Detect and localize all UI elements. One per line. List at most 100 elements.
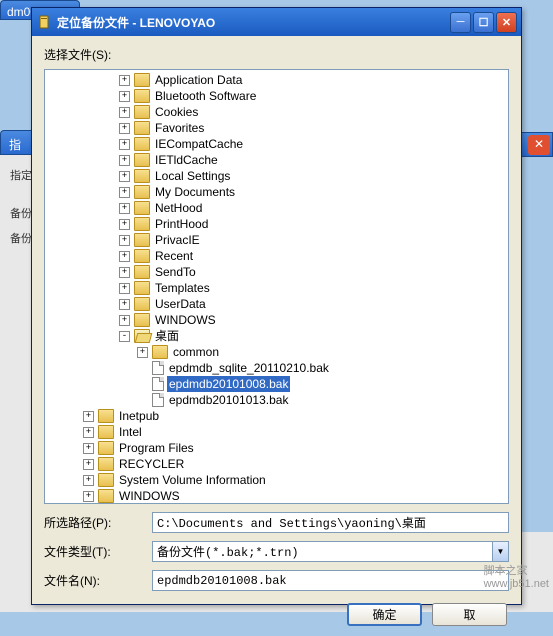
tree-folder[interactable]: + Favorites bbox=[47, 120, 506, 136]
tree-node-label: Cookies bbox=[153, 104, 200, 120]
file-icon bbox=[152, 377, 164, 391]
tree-folder[interactable]: + Program Files bbox=[47, 440, 506, 456]
folder-closed-icon bbox=[98, 409, 114, 423]
tree-file[interactable]: epdmdb_sqlite_20110210.bak bbox=[47, 360, 506, 376]
bg-close-icon[interactable]: ✕ bbox=[528, 135, 550, 155]
tree-file[interactable]: epdmdb20101013.bak bbox=[47, 392, 506, 408]
tree-node-label: Program Files bbox=[117, 440, 196, 456]
expand-icon[interactable]: + bbox=[119, 315, 130, 326]
ok-button[interactable]: 确定 bbox=[347, 603, 422, 626]
close-button[interactable]: ✕ bbox=[496, 12, 517, 33]
tree-folder[interactable]: +My Documents bbox=[47, 184, 506, 200]
filetype-combo[interactable] bbox=[152, 541, 492, 562]
expand-icon[interactable]: + bbox=[119, 155, 130, 166]
tree-folder[interactable]: + RECYCLER bbox=[47, 456, 506, 472]
app-icon bbox=[36, 14, 52, 30]
expand-icon[interactable]: + bbox=[119, 91, 130, 102]
tree-folder[interactable]: +WINDOWS bbox=[47, 312, 506, 328]
tree-folder[interactable]: + SendTo bbox=[47, 264, 506, 280]
tree-node-label: epdmdb_sqlite_20110210.bak bbox=[167, 360, 331, 376]
maximize-button[interactable]: ☐ bbox=[473, 12, 494, 33]
expand-icon[interactable]: + bbox=[119, 123, 130, 134]
expand-icon[interactable]: + bbox=[119, 139, 130, 150]
tree-folder[interactable]: + Intel bbox=[47, 424, 506, 440]
bg-label: 备份 bbox=[10, 205, 32, 221]
folder-closed-icon bbox=[134, 137, 150, 151]
folder-closed-icon bbox=[134, 217, 150, 231]
tree-node-label: SendTo bbox=[153, 264, 198, 280]
expand-icon[interactable]: + bbox=[119, 235, 130, 246]
tree-node-label: Templates bbox=[153, 280, 212, 296]
expand-icon[interactable]: + bbox=[119, 75, 130, 86]
minimize-button[interactable]: ─ bbox=[450, 12, 471, 33]
expand-icon[interactable]: + bbox=[119, 283, 130, 294]
filename-label: 文件名(N): bbox=[44, 572, 144, 589]
tree-folder[interactable]: +Recent bbox=[47, 248, 506, 264]
tree-node-label: Favorites bbox=[153, 120, 206, 136]
tree-node-label: epdmdb20101008.bak bbox=[167, 376, 290, 392]
tree-folder[interactable]: + Cookies bbox=[47, 104, 506, 120]
expand-icon[interactable]: + bbox=[119, 203, 130, 214]
folder-closed-icon bbox=[134, 169, 150, 183]
tree-node-label: PrintHood bbox=[153, 216, 210, 232]
tree-folder[interactable]: +WINDOWS bbox=[47, 488, 506, 504]
tree-node-label: common bbox=[171, 344, 221, 360]
tree-folder[interactable]: + PrintHood bbox=[47, 216, 506, 232]
expand-icon[interactable]: + bbox=[119, 251, 130, 262]
folder-closed-icon bbox=[98, 473, 114, 487]
tree-folder[interactable]: - 桌面 bbox=[47, 328, 506, 344]
tree-folder[interactable]: + Local Settings bbox=[47, 168, 506, 184]
tree-node-label: RECYCLER bbox=[117, 456, 186, 472]
path-field[interactable] bbox=[152, 512, 509, 533]
tree-folder[interactable]: + Inetpub bbox=[47, 408, 506, 424]
expand-icon[interactable]: + bbox=[119, 219, 130, 230]
expand-icon[interactable]: + bbox=[119, 267, 130, 278]
tree-node-label: Intel bbox=[117, 424, 144, 440]
folder-closed-icon bbox=[134, 281, 150, 295]
dialog-titlebar[interactable]: 定位备份文件 - LENOVOYAO ─ ☐ ✕ bbox=[32, 8, 521, 36]
tree-node-label: Local Settings bbox=[153, 168, 232, 184]
bg-label: 备份 bbox=[10, 230, 32, 246]
file-tree[interactable]: +Application Data+Bluetooth Software+Coo… bbox=[44, 69, 509, 504]
bg-window-right: ✕ bbox=[520, 132, 553, 157]
tree-folder[interactable]: + System Volume Information bbox=[47, 472, 506, 488]
path-label: 所选路径(P): bbox=[44, 514, 144, 531]
expand-icon[interactable]: + bbox=[83, 475, 94, 486]
filetype-dropdown-button[interactable]: ▼ bbox=[492, 541, 509, 562]
expand-icon[interactable]: + bbox=[83, 427, 94, 438]
tree-node-label: 桌面 bbox=[153, 328, 181, 344]
folder-closed-icon bbox=[134, 121, 150, 135]
folder-closed-icon bbox=[134, 201, 150, 215]
tree-folder[interactable]: + UserData bbox=[47, 296, 506, 312]
tree-folder[interactable]: +Bluetooth Software bbox=[47, 88, 506, 104]
tree-folder[interactable]: +IETldCache bbox=[47, 152, 506, 168]
expand-icon[interactable]: + bbox=[137, 347, 148, 358]
tree-folder[interactable]: + NetHood bbox=[47, 200, 506, 216]
tree-node-label: NetHood bbox=[153, 200, 204, 216]
expand-icon[interactable]: + bbox=[119, 171, 130, 182]
expand-icon[interactable]: + bbox=[83, 459, 94, 470]
tree-folder[interactable]: + PrivacIE bbox=[47, 232, 506, 248]
tree-node-label: PrivacIE bbox=[153, 232, 202, 248]
tree-file[interactable]: epdmdb20101008.bak bbox=[47, 376, 506, 392]
filename-field[interactable] bbox=[152, 570, 509, 591]
expand-icon[interactable]: + bbox=[83, 491, 94, 502]
expand-icon[interactable]: + bbox=[83, 411, 94, 422]
collapse-icon[interactable]: - bbox=[119, 331, 130, 342]
cancel-button[interactable]: 取 bbox=[432, 603, 507, 626]
expand-icon[interactable]: + bbox=[119, 107, 130, 118]
tree-folder[interactable]: + common bbox=[47, 344, 506, 360]
folder-closed-icon bbox=[134, 249, 150, 263]
folder-closed-icon bbox=[134, 73, 150, 87]
folder-closed-icon bbox=[98, 457, 114, 471]
expand-icon[interactable]: + bbox=[119, 299, 130, 310]
tree-folder[interactable]: +Application Data bbox=[47, 72, 506, 88]
tree-node-label: UserData bbox=[153, 296, 208, 312]
tree-folder[interactable]: +IECompatCache bbox=[47, 136, 506, 152]
tree-folder[interactable]: + Templates bbox=[47, 280, 506, 296]
expand-icon[interactable]: + bbox=[83, 443, 94, 454]
expand-icon[interactable]: + bbox=[119, 187, 130, 198]
tree-node-label: Inetpub bbox=[117, 408, 161, 424]
folder-closed-icon bbox=[134, 185, 150, 199]
tree-node-label: System Volume Information bbox=[117, 472, 268, 488]
